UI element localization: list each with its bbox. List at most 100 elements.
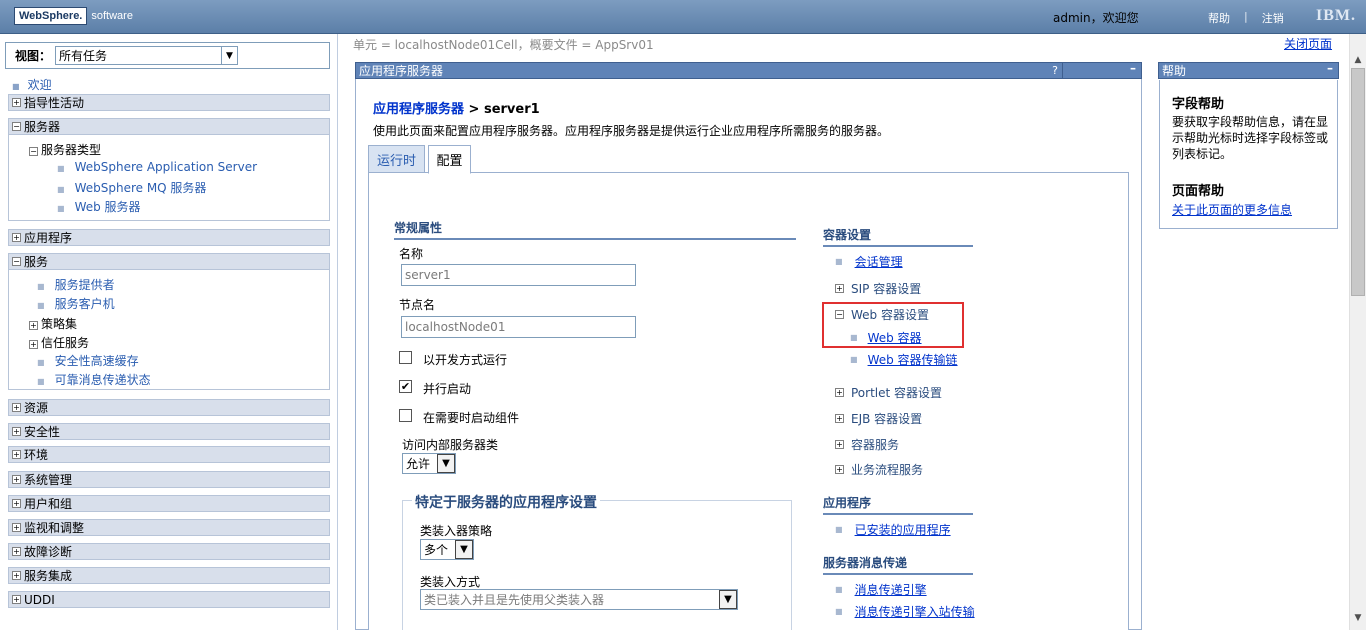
on-demand-checkbox[interactable] [399,409,412,422]
question-icon[interactable]: ? [1048,63,1062,78]
nav-section-label: 服务 [24,255,49,269]
expand-icon[interactable]: + [12,427,21,436]
ejb-container-item[interactable]: + EJB 容器设置 [832,410,922,427]
select-value: 允许 [406,457,431,471]
scroll-up-icon[interactable]: ▲ [1350,52,1366,68]
expand-icon[interactable]: + [835,284,844,293]
nav-item-trust-services[interactable]: + 信任服务 [26,334,89,351]
nav-section-label: 服务器 [24,120,61,134]
nav-section-uddi[interactable]: + UDDI [8,591,330,608]
internal-classes-select[interactable]: 允许 ▼ [402,453,456,474]
expand-icon[interactable]: + [12,523,21,532]
app-settings-legend: 特定于服务器的应用程序设置 [412,492,600,512]
tab-configuration[interactable]: 配置 [428,145,471,174]
minimize-icon[interactable]: – [1323,62,1337,78]
portlet-container-item[interactable]: + Portlet 容器设置 [832,384,942,401]
nav-item-service-providers[interactable]: ■ 服务提供者 [37,276,115,293]
portlet-container-label: Portlet 容器设置 [851,386,943,400]
vertical-scrollbar[interactable]: ▲ ▼ [1349,34,1366,630]
container-services-item[interactable]: + 容器服务 [832,436,899,453]
bullet-icon: ■ [57,164,65,173]
expand-icon[interactable]: + [12,450,21,459]
page-help-title: 页面帮助 [1172,184,1225,199]
expand-icon[interactable]: + [12,547,21,556]
collapse-icon[interactable]: − [12,122,21,131]
installed-apps-link[interactable]: 已安装的应用程序 [855,521,951,538]
tab-runtime[interactable]: 运行时 [368,145,425,173]
nav-section-label: UDDI [24,592,55,607]
nav-section-environment[interactable]: + 环境 [8,446,330,463]
expand-icon[interactable]: + [835,465,844,474]
nav-section-resources[interactable]: + 资源 [8,399,330,416]
help-link[interactable]: 帮助 [1208,10,1230,26]
session-mgmt-link[interactable]: 会话管理 [855,253,903,270]
sip-container-item[interactable]: + SIP 容器设置 [832,280,921,297]
dev-mode-checkbox[interactable] [399,351,412,364]
messaging-engines-item[interactable]: ■ 消息传递引擎 [835,581,927,598]
messaging-engines-link[interactable]: 消息传递引擎 [855,581,927,598]
nav-section-label: 系统管理 [24,473,73,487]
view-select[interactable]: 所有任务 ▼ [55,46,239,65]
inbound-transports-link[interactable]: 消息传递引擎入站传输 [855,603,975,620]
scroll-thumb[interactable] [1351,68,1365,296]
expand-icon[interactable]: + [29,321,38,330]
expand-icon[interactable]: + [12,403,21,412]
nav-section-service-integration[interactable]: + 服务集成 [8,567,330,584]
bullet-icon: ■ [57,185,65,194]
nav-section-servers[interactable]: − 服务器 [8,118,330,135]
expand-icon[interactable]: + [12,233,21,242]
nav-item-label: 服务客户机 [54,297,115,311]
expand-icon[interactable]: + [12,595,21,604]
class-loading-select[interactable]: 类已装入并且是先使用父类装入器 ▼ [420,589,738,610]
expand-icon[interactable]: + [835,414,844,423]
nav-item-server-types[interactable]: − 服务器类型 [26,141,101,158]
web-container-chain-link[interactable]: Web 容器传输链 [868,351,958,368]
nav-section-applications[interactable]: + 应用程序 [8,229,330,246]
nav-item-label: 信任服务 [41,336,90,350]
app-servers-link[interactable]: 应用程序服务器 [373,102,464,117]
welcome-label: 欢迎 [27,78,52,92]
node-name-field[interactable]: localhostNode01 [401,316,636,338]
nav-section-guided-activities[interactable]: + 指导性活动 [8,94,330,111]
nav-item-policy-sets[interactable]: + 策略集 [26,315,77,332]
expand-icon[interactable]: + [12,499,21,508]
scroll-down-icon[interactable]: ▼ [1350,610,1366,626]
nav-section-security[interactable]: + 安全性 [8,423,330,440]
classloader-policy-select[interactable]: 多个 ▼ [420,539,474,560]
nav-item-web-server[interactable]: ■ Web 服务器 [57,198,141,215]
expand-icon[interactable]: + [29,340,38,349]
nav-item-mq-server[interactable]: ■ WebSphere MQ 服务器 [57,179,206,196]
expand-icon[interactable]: + [12,475,21,484]
expand-icon[interactable]: + [835,440,844,449]
page-help-link[interactable]: 关于此页面的更多信息 [1172,201,1292,218]
nav-section-system-admin[interactable]: + 系统管理 [8,471,330,488]
close-page-link[interactable]: 关闭页面 [1284,35,1332,52]
nav-section-users-groups[interactable]: + 用户和组 [8,495,330,512]
nav-item-welcome[interactable]: ■ 欢迎 [12,76,52,93]
nav-item-was[interactable]: ■ WebSphere Application Server [57,160,257,174]
inbound-transports-item[interactable]: ■ 消息传递引擎入站传输 [835,603,975,620]
node-name-label: 节点名 [399,298,436,312]
nav-section-troubleshooting[interactable]: + 故障诊断 [8,543,330,560]
collapse-icon[interactable]: − [12,257,21,266]
name-field[interactable]: server1 [401,264,636,286]
business-process-item[interactable]: + 业务流程服务 [832,461,923,478]
nav-section-monitoring[interactable]: + 监视和调整 [8,519,330,536]
title-separator: > [464,102,484,117]
expand-icon[interactable]: + [835,388,844,397]
session-mgmt-item[interactable]: ■ 会话管理 [835,253,903,270]
class-loading-label: 类装入方式 [420,575,481,589]
nav-section-services[interactable]: − 服务 [8,253,330,270]
web-container-chain-item[interactable]: ■ Web 容器传输链 [850,351,958,368]
parallel-start-checkbox[interactable]: ✔ [399,380,412,393]
nav-item-service-clients[interactable]: ■ 服务客户机 [37,295,115,312]
installed-apps-item[interactable]: ■ 已安装的应用程序 [835,521,951,538]
expand-icon[interactable]: + [12,571,21,580]
help-panel-title: 帮助 [1162,64,1187,78]
nav-item-security-cache[interactable]: ■ 安全性高速缓存 [37,352,139,369]
logout-link[interactable]: 注销 [1262,10,1284,26]
collapse-icon[interactable]: − [29,147,38,156]
expand-icon[interactable]: + [12,98,21,107]
minimize-icon[interactable]: – [1126,62,1140,78]
nav-item-reliable-messaging[interactable]: ■ 可靠消息传递状态 [37,371,151,388]
